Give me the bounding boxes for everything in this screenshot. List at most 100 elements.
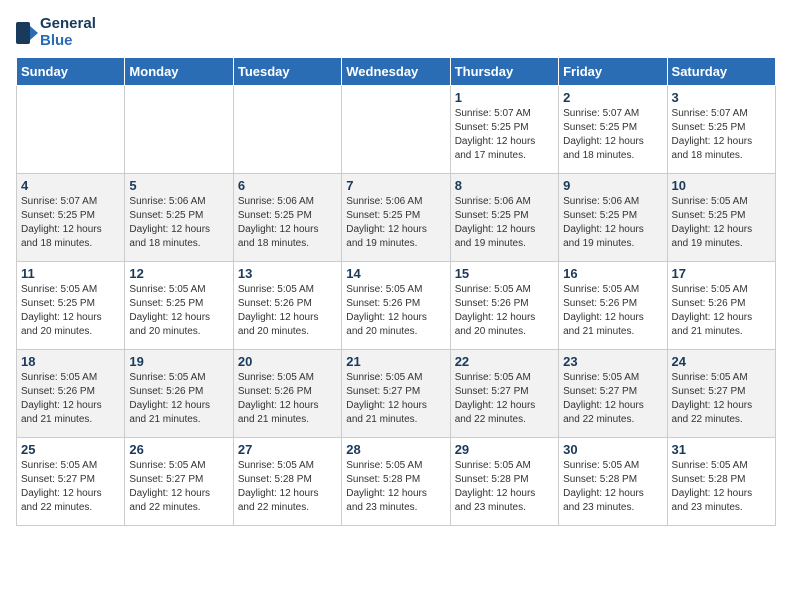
day-info: Sunrise: 5:06 AM Sunset: 5:25 PM Dayligh… <box>129 195 228 251</box>
day-info: Sunrise: 5:05 AM Sunset: 5:28 PM Dayligh… <box>346 459 445 515</box>
calendar-day-cell: 20 Sunrise: 5:05 AM Sunset: 5:26 PM Dayli… <box>233 350 341 438</box>
page-header: General Blue <box>16 16 776 49</box>
day-number: 9 <box>563 178 662 193</box>
day-number: 28 <box>346 442 445 457</box>
day-number: 14 <box>346 266 445 281</box>
day-info: Sunrise: 5:05 AM Sunset: 5:28 PM Dayligh… <box>455 459 554 515</box>
day-number: 2 <box>563 90 662 105</box>
calendar-day-cell: 17Sunrise: 5:05 AM Sunset: 5:26 PM Dayli… <box>667 262 775 350</box>
calendar-day-cell: 3 Sunrise: 5:07 AM Sunset: 5:25 PM Daylig… <box>667 86 775 174</box>
day-info: Sunrise: 5:05 AM Sunset: 5:26 PM Dayligh… <box>672 283 771 339</box>
day-info: Sunrise: 5:05 AM Sunset: 5:25 PM Dayligh… <box>672 195 771 251</box>
day-number: 12 <box>129 266 228 281</box>
calendar-day-cell: 21Sunrise: 5:05 AM Sunset: 5:27 PM Dayli… <box>342 350 450 438</box>
day-number: 24 <box>672 354 771 369</box>
calendar-day-cell: 13 Sunrise: 5:05 AM Sunset: 5:26 PM Dayli… <box>233 262 341 350</box>
calendar-day-cell: 24Sunrise: 5:05 AM Sunset: 5:27 PM Dayli… <box>667 350 775 438</box>
day-info: Sunrise: 5:05 AM Sunset: 5:26 PM Dayligh… <box>238 371 337 427</box>
logo: General Blue <box>16 16 96 49</box>
day-info: Sunrise: 5:06 AM Sunset: 5:25 PM Dayligh… <box>563 195 662 251</box>
day-number: 29 <box>455 442 554 457</box>
calendar-week-row: 25 Sunrise: 5:05 AM Sunset: 5:27 PM Dayli… <box>17 438 776 526</box>
calendar-day-cell: 2 Sunrise: 5:07 AM Sunset: 5:25 PM Daylig… <box>559 86 667 174</box>
calendar-week-row: 18 Sunrise: 5:05 AM Sunset: 5:26 PM Dayli… <box>17 350 776 438</box>
calendar-day-cell: 22 Sunrise: 5:05 AM Sunset: 5:27 PM Dayli… <box>450 350 558 438</box>
calendar-day-cell: 31 Sunrise: 5:05 AM Sunset: 5:28 PM Dayli… <box>667 438 775 526</box>
calendar-header-row: SundayMondayTuesdayWednesdayThursdayFrid… <box>17 58 776 86</box>
day-number: 5 <box>129 178 228 193</box>
day-info: Sunrise: 5:07 AM Sunset: 5:25 PM Dayligh… <box>563 107 662 163</box>
calendar-day-cell: 1 Sunrise: 5:07 AM Sunset: 5:25 PM Daylig… <box>450 86 558 174</box>
calendar-day-cell: 16 Sunrise: 5:05 AM Sunset: 5:26 PM Dayli… <box>559 262 667 350</box>
calendar-day-cell: 27Sunrise: 5:05 AM Sunset: 5:28 PM Dayli… <box>233 438 341 526</box>
calendar-day-cell: 19Sunrise: 5:05 AM Sunset: 5:26 PM Dayli… <box>125 350 233 438</box>
day-number: 20 <box>238 354 337 369</box>
column-header-wednesday: Wednesday <box>342 58 450 86</box>
calendar-day-cell: 29 Sunrise: 5:05 AM Sunset: 5:28 PM Dayli… <box>450 438 558 526</box>
empty-day-cell <box>233 86 341 174</box>
calendar-day-cell: 30 Sunrise: 5:05 AM Sunset: 5:28 PM Dayli… <box>559 438 667 526</box>
day-number: 19 <box>129 354 228 369</box>
column-header-friday: Friday <box>559 58 667 86</box>
calendar-day-cell: 4 Sunrise: 5:07 AM Sunset: 5:25 PM Daylig… <box>17 174 125 262</box>
calendar-week-row: 1 Sunrise: 5:07 AM Sunset: 5:25 PM Daylig… <box>17 86 776 174</box>
day-info: Sunrise: 5:05 AM Sunset: 5:28 PM Dayligh… <box>563 459 662 515</box>
logo-text-blue: Blue <box>40 33 96 50</box>
calendar-day-cell: 9 Sunrise: 5:06 AM Sunset: 5:25 PM Daylig… <box>559 174 667 262</box>
calendar-table: SundayMondayTuesdayWednesdayThursdayFrid… <box>16 57 776 526</box>
calendar-week-row: 4 Sunrise: 5:07 AM Sunset: 5:25 PM Daylig… <box>17 174 776 262</box>
day-info: Sunrise: 5:07 AM Sunset: 5:25 PM Dayligh… <box>672 107 771 163</box>
column-header-monday: Monday <box>125 58 233 86</box>
calendar-week-row: 11Sunrise: 5:05 AM Sunset: 5:25 PM Dayli… <box>17 262 776 350</box>
day-number: 30 <box>563 442 662 457</box>
column-header-sunday: Sunday <box>17 58 125 86</box>
empty-day-cell <box>342 86 450 174</box>
calendar-day-cell: 25Sunrise: 5:05 AM Sunset: 5:27 PM Dayli… <box>17 438 125 526</box>
calendar-day-cell: 5 Sunrise: 5:06 AM Sunset: 5:25 PM Daylig… <box>125 174 233 262</box>
day-number: 3 <box>672 90 771 105</box>
day-number: 8 <box>455 178 554 193</box>
day-info: Sunrise: 5:05 AM Sunset: 5:27 PM Dayligh… <box>129 459 228 515</box>
day-number: 25 <box>21 442 120 457</box>
day-number: 10 <box>672 178 771 193</box>
day-number: 22 <box>455 354 554 369</box>
day-info: Sunrise: 5:05 AM Sunset: 5:26 PM Dayligh… <box>563 283 662 339</box>
day-number: 7 <box>346 178 445 193</box>
calendar-day-cell: 7 Sunrise: 5:06 AM Sunset: 5:25 PM Daylig… <box>342 174 450 262</box>
day-number: 4 <box>21 178 120 193</box>
calendar-day-cell: 14 Sunrise: 5:05 AM Sunset: 5:26 PM Dayli… <box>342 262 450 350</box>
calendar-day-cell: 23Sunrise: 5:05 AM Sunset: 5:27 PM Dayli… <box>559 350 667 438</box>
day-info: Sunrise: 5:05 AM Sunset: 5:26 PM Dayligh… <box>238 283 337 339</box>
day-info: Sunrise: 5:05 AM Sunset: 5:28 PM Dayligh… <box>238 459 337 515</box>
column-header-thursday: Thursday <box>450 58 558 86</box>
day-number: 16 <box>563 266 662 281</box>
calendar-day-cell: 15 Sunrise: 5:05 AM Sunset: 5:26 PM Dayli… <box>450 262 558 350</box>
day-number: 1 <box>455 90 554 105</box>
day-info: Sunrise: 5:05 AM Sunset: 5:28 PM Dayligh… <box>672 459 771 515</box>
day-number: 26 <box>129 442 228 457</box>
day-info: Sunrise: 5:05 AM Sunset: 5:26 PM Dayligh… <box>346 283 445 339</box>
calendar-day-cell: 10 Sunrise: 5:05 AM Sunset: 5:25 PM Dayli… <box>667 174 775 262</box>
day-number: 31 <box>672 442 771 457</box>
day-number: 13 <box>238 266 337 281</box>
day-info: Sunrise: 5:05 AM Sunset: 5:27 PM Dayligh… <box>455 371 554 427</box>
day-info: Sunrise: 5:05 AM Sunset: 5:25 PM Dayligh… <box>129 283 228 339</box>
logo-icon <box>16 22 38 44</box>
day-info: Sunrise: 5:07 AM Sunset: 5:25 PM Dayligh… <box>455 107 554 163</box>
calendar-day-cell: 18 Sunrise: 5:05 AM Sunset: 5:26 PM Dayli… <box>17 350 125 438</box>
column-header-saturday: Saturday <box>667 58 775 86</box>
empty-day-cell <box>125 86 233 174</box>
calendar-day-cell: 12 Sunrise: 5:05 AM Sunset: 5:25 PM Dayli… <box>125 262 233 350</box>
day-number: 6 <box>238 178 337 193</box>
day-info: Sunrise: 5:05 AM Sunset: 5:26 PM Dayligh… <box>455 283 554 339</box>
calendar-day-cell: 11Sunrise: 5:05 AM Sunset: 5:25 PM Dayli… <box>17 262 125 350</box>
day-number: 18 <box>21 354 120 369</box>
calendar-day-cell: 26 Sunrise: 5:05 AM Sunset: 5:27 PM Dayli… <box>125 438 233 526</box>
day-info: Sunrise: 5:06 AM Sunset: 5:25 PM Dayligh… <box>238 195 337 251</box>
day-info: Sunrise: 5:07 AM Sunset: 5:25 PM Dayligh… <box>21 195 120 251</box>
day-number: 15 <box>455 266 554 281</box>
column-header-tuesday: Tuesday <box>233 58 341 86</box>
day-number: 21 <box>346 354 445 369</box>
day-info: Sunrise: 5:05 AM Sunset: 5:26 PM Dayligh… <box>21 371 120 427</box>
day-info: Sunrise: 5:06 AM Sunset: 5:25 PM Dayligh… <box>346 195 445 251</box>
